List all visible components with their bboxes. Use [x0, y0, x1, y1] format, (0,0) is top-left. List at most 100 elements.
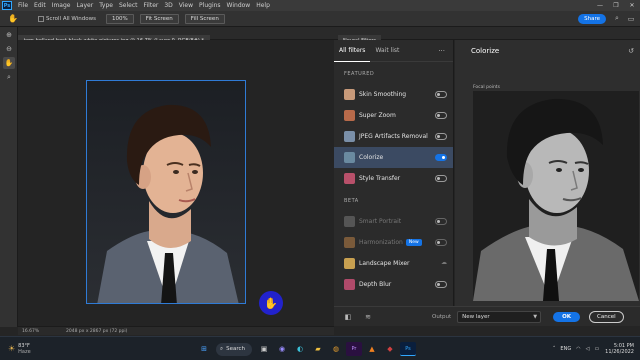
menu-image[interactable]: Image	[49, 2, 74, 9]
task-view-icon[interactable]: ▣	[256, 342, 272, 356]
filter-harmonization[interactable]: Harmonization New	[334, 232, 453, 253]
maximize-button[interactable]: ❐	[608, 2, 624, 9]
more-options-icon[interactable]: ···	[438, 47, 445, 55]
toggle-switch[interactable]	[435, 175, 447, 182]
canvas-area[interactable]: ✋	[18, 40, 334, 326]
compare-layers-icon[interactable]: ◧	[342, 313, 354, 321]
scroll-all-windows-label: Scroll All Windows	[46, 15, 96, 22]
toggle-switch[interactable]	[435, 239, 447, 246]
ok-button[interactable]: OK	[553, 311, 581, 322]
filter-colorize[interactable]: Colorize	[334, 147, 453, 168]
tab-wait-list[interactable]: Wait list	[370, 40, 404, 62]
weather-widget[interactable]: ☀ 83°F Haze	[8, 343, 31, 355]
cloud-download-icon[interactable]: ☁	[441, 259, 447, 266]
teams-icon[interactable]: ◉	[274, 342, 290, 356]
wifi-icon[interactable]: ◠	[576, 346, 580, 352]
featured-heading: FEATURED	[344, 71, 375, 77]
stack-layers-icon[interactable]: ≋	[362, 313, 374, 321]
toggle-switch[interactable]	[435, 91, 447, 98]
menu-type[interactable]: Type	[96, 2, 116, 9]
search-icon[interactable]: ⌕	[612, 14, 622, 23]
minimize-button[interactable]: —	[592, 2, 608, 9]
menu-bar: Ps File Edit Image Layer Type Select Fil…	[0, 0, 640, 11]
window-controls: — ❐ ✕	[592, 2, 640, 9]
output-select[interactable]: New layer ▼	[457, 310, 542, 323]
zoom-in-icon[interactable]: ⊕	[3, 29, 15, 41]
zoom-100-button[interactable]: 100%	[105, 13, 134, 24]
fill-screen-button[interactable]: Fill Screen	[184, 13, 225, 24]
search-icon: ⌕	[220, 345, 224, 352]
focal-points-label: Focal points	[473, 85, 500, 90]
fit-screen-button[interactable]: Fit Screen	[139, 13, 179, 24]
filter-super-zoom[interactable]: Super Zoom	[334, 105, 453, 126]
menu-3d[interactable]: 3D	[161, 2, 175, 9]
filter-title: Colorize	[471, 47, 500, 55]
vlc-icon[interactable]: ▲	[364, 342, 380, 356]
filter-label: Smart Portrait	[359, 218, 402, 225]
beta-heading: BETA	[344, 198, 359, 204]
chrome-icon[interactable]: ◍	[328, 342, 344, 356]
portrait-image	[87, 81, 245, 303]
lang-indicator[interactable]: ENG	[560, 346, 571, 352]
filter-tabs: All filters Wait list ···	[334, 40, 453, 62]
filter-thumbnail	[344, 258, 355, 269]
filter-thumbnail	[344, 152, 355, 163]
zoom-tool-icon[interactable]: ⌕	[3, 71, 15, 83]
output-value: New layer	[462, 313, 490, 320]
filter-depth-blur[interactable]: Depth Blur	[334, 274, 453, 295]
app-icon[interactable]: ◆	[382, 342, 398, 356]
menu-layer[interactable]: Layer	[73, 2, 96, 9]
filter-skin-smoothing[interactable]: Skin Smoothing	[334, 84, 453, 105]
tab-all-filters[interactable]: All filters	[334, 40, 371, 62]
hand-tool-icon[interactable]: ✋	[8, 14, 18, 23]
scroll-all-windows-checkbox[interactable]	[38, 15, 44, 22]
taskbar-search[interactable]: ⌕ Search	[216, 342, 252, 356]
edge-icon[interactable]: ◐	[292, 342, 308, 356]
taskbar-search-label: Search	[226, 346, 245, 352]
toggle-switch[interactable]	[435, 281, 447, 288]
menu-edit[interactable]: Edit	[31, 2, 49, 9]
filter-landscape-mixer[interactable]: Landscape Mixer ☁	[334, 253, 453, 274]
workspace-icon[interactable]: ▭	[626, 15, 636, 23]
menu-view[interactable]: View	[176, 2, 196, 9]
file-explorer-icon[interactable]: ▰	[310, 342, 326, 356]
system-tray: ˄ ENG ◠ ◁ ▭ 5:01 PM 11/26/2022	[548, 340, 634, 358]
photoshop-taskbar-icon[interactable]: Ps	[400, 342, 416, 356]
reset-icon[interactable]: ↺	[628, 47, 634, 55]
menu-help[interactable]: Help	[253, 2, 273, 9]
clock-date: 11/26/2022	[605, 349, 634, 355]
preview-image[interactable]	[473, 91, 639, 301]
share-button[interactable]: Share	[578, 13, 606, 24]
filter-smart-portrait[interactable]: Smart Portrait	[334, 211, 453, 232]
premiere-icon[interactable]: Pr	[346, 342, 362, 356]
taskbar-apps: ⊞ ⌕ Search ▣ ◉ ◐ ▰ ◍ Pr ▲ ◆ Ps	[195, 340, 417, 358]
clock[interactable]: 5:01 PM 11/26/2022	[605, 343, 634, 355]
options-bar: ✋ Scroll All Windows 100% Fit Screen Fil…	[0, 11, 640, 27]
filter-style-transfer[interactable]: Style Transfer	[334, 168, 453, 189]
toggle-switch[interactable]	[435, 154, 447, 161]
close-button[interactable]: ✕	[624, 2, 640, 9]
toggle-switch[interactable]	[435, 133, 447, 140]
filters-list-panel: All filters Wait list ··· FEATURED Skin …	[334, 40, 454, 326]
menu-filter[interactable]: Filter	[141, 2, 162, 9]
filter-settings-panel: Colorize ↺ Focal points	[455, 40, 640, 326]
menu-plugins[interactable]: Plugins	[196, 2, 224, 9]
windows-start-icon[interactable]: ⊞	[196, 342, 212, 356]
filter-thumbnail	[344, 237, 355, 248]
hand-cursor-icon[interactable]: ✋	[259, 291, 283, 315]
filter-jpeg-artifacts-removal[interactable]: JPEG Artifacts Removal	[334, 126, 453, 147]
zoom-level[interactable]: 16.67%	[18, 329, 58, 334]
chevron-up-icon[interactable]: ˄	[553, 346, 556, 352]
tools-panel: ⊕ ⊖ ✋ ⌕	[0, 27, 18, 327]
menu-file[interactable]: File	[15, 2, 31, 9]
toggle-switch[interactable]	[435, 112, 447, 119]
cancel-button[interactable]: Cancel	[589, 310, 624, 323]
menu-window[interactable]: Window	[224, 2, 254, 9]
haze-icon: ☀	[8, 344, 16, 353]
volume-icon[interactable]: ◁	[586, 346, 590, 352]
toggle-switch[interactable]	[435, 218, 447, 225]
menu-select[interactable]: Select	[116, 2, 141, 9]
zoom-out-icon[interactable]: ⊖	[3, 43, 15, 55]
battery-icon[interactable]: ▭	[594, 346, 599, 352]
hand-tool-icon[interactable]: ✋	[3, 57, 15, 69]
